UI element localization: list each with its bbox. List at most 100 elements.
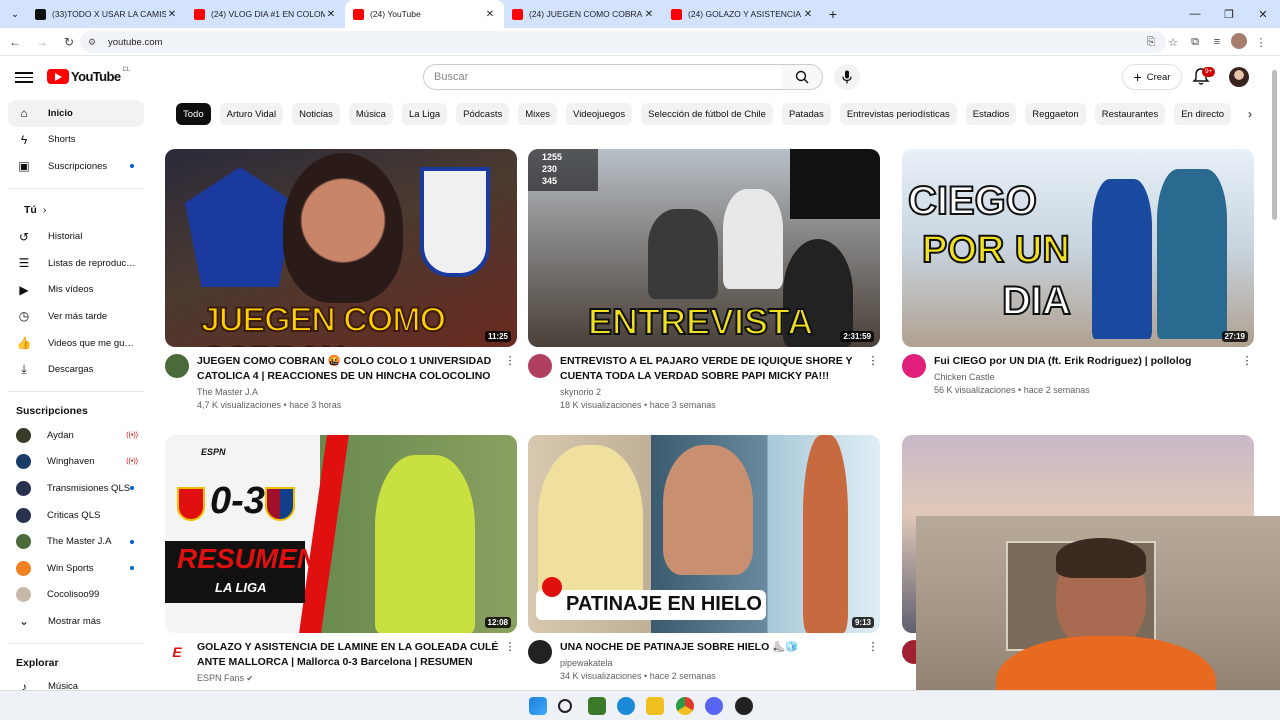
chip[interactable]: En directo [1174, 103, 1231, 125]
site-info-icon[interactable]: ⚙ [88, 37, 100, 48]
sidebar-channel-transmisiones-qls[interactable]: Transmisiones QLS [8, 475, 144, 502]
taskbar-search-icon[interactable] [558, 699, 572, 713]
close-tab-icon[interactable]: ✕ [643, 9, 655, 20]
browser-tab[interactable]: (24) GOLAZO Y ASISTENCIA DE ✕ [663, 0, 822, 28]
sidebar-item-musica[interactable]: ♪ Música [8, 674, 144, 690]
new-tab-button[interactable]: + [822, 6, 844, 22]
bookmark-star-icon[interactable]: ☆ [1162, 36, 1184, 49]
sidebar-item-descargas[interactable]: ⤓ Descargas [8, 356, 144, 383]
close-tab-icon[interactable]: ✕ [166, 9, 178, 20]
back-icon[interactable]: ← [3, 35, 27, 49]
video-title[interactable]: Fui CIEGO por UN DIA (ft. Erik Rodriguez… [934, 354, 1240, 369]
profile-icon[interactable] [1228, 32, 1250, 52]
sidebar-item-inicio[interactable]: ⌂ Inicio [8, 100, 144, 127]
minimize-icon[interactable]: — [1178, 0, 1212, 28]
browser-menu-icon[interactable]: ⋮ [1250, 36, 1272, 49]
browser-tab[interactable]: (24) VLOG DIA #1 EN COLOMBIA ✕ [186, 0, 345, 28]
reload-icon[interactable]: ↻ [57, 35, 81, 49]
video-thumbnail[interactable]: PATINAJE EN HIELO 9:13 [528, 435, 880, 633]
sidebar-channel-win-sports[interactable]: Win Sports [8, 555, 144, 582]
video-card[interactable]: JUEGEN COMO COBRAN 11:25 JUEGEN COMO COB… [165, 149, 517, 410]
url-field[interactable]: ⚙ youtube.com [80, 31, 1166, 53]
sidebar-item-mis-videos[interactable]: ▶ Mis vídeos [8, 277, 144, 304]
edge-icon[interactable] [617, 697, 635, 715]
sidebar-channel-aydan[interactable]: Aydan ((•)) [8, 422, 144, 449]
channel-avatar[interactable] [165, 354, 189, 378]
sidebar-channel-cocolisoo99[interactable]: Cocolisoo99 [8, 582, 144, 609]
video-thumbnail[interactable]: 1255 230 345 ENTREVISTA 2:31:59 [528, 149, 880, 347]
youtube-logo[interactable]: YouTube CL [47, 67, 130, 84]
chip[interactable]: Música [348, 103, 393, 125]
file-explorer-icon[interactable] [646, 697, 664, 715]
browser-tab[interactable]: (33)TODO X USAR LA CAMISETA ✕ [27, 0, 186, 28]
restore-icon[interactable]: ❐ [1212, 0, 1246, 28]
forward-icon[interactable]: → [30, 35, 54, 49]
sidebar-item-liked-videos[interactable]: 👍 Videos que me gustan [8, 330, 144, 357]
page-scrollbar[interactable] [1272, 60, 1278, 510]
more-actions-icon[interactable]: ⋮ [866, 640, 880, 681]
video-title[interactable]: GOLAZO Y ASISTENCIA DE LAMINE EN LA GOLE… [197, 640, 503, 670]
sidebar-you-header[interactable]: Tú › [8, 197, 144, 224]
sidebar-channel-criticas-qls[interactable]: Criticas QLS [8, 502, 144, 529]
chips-next-icon[interactable]: › [1242, 104, 1258, 124]
chip[interactable]: Noticias [292, 103, 340, 125]
sidebar-channel-winghaven[interactable]: Winghaven ((•)) [8, 449, 144, 476]
video-thumbnail[interactable]: JUEGEN COMO COBRAN 11:25 [165, 149, 517, 347]
sidebar-item-playlists[interactable]: ☰ Listas de reproducción [8, 250, 144, 277]
chip[interactable]: Videojuegos [566, 103, 633, 125]
channel-name[interactable]: Chicken Castle [934, 372, 1240, 382]
sidebar-item-historial[interactable]: ↺ Historial [8, 223, 144, 250]
close-tab-icon[interactable]: ✕ [325, 9, 337, 20]
video-card[interactable]: 1255 230 345 ENTREVISTA 2:31:59 ENTREVIS… [528, 149, 880, 410]
extensions-icon[interactable]: ⧉ [1184, 36, 1206, 49]
install-app-icon[interactable]: ⎘ [1140, 36, 1162, 49]
close-tab-icon[interactable]: ✕ [484, 9, 496, 20]
menu-icon[interactable] [15, 69, 33, 85]
search-input[interactable]: Buscar [423, 64, 782, 90]
chip[interactable]: Estadios [965, 103, 1017, 125]
video-card[interactable]: PATINAJE EN HIELO 9:13 UNA NOCHE DE PATI… [528, 435, 880, 681]
more-actions-icon[interactable]: ⋮ [1240, 354, 1254, 395]
media-controls-icon[interactable]: ≡ [1206, 36, 1228, 48]
sidebar-item-ver-mas-tarde[interactable]: ◷ Ver más tarde [8, 303, 144, 330]
chip[interactable]: Selección de fútbol de Chile [641, 103, 773, 125]
voice-search-button[interactable] [834, 64, 860, 90]
close-window-icon[interactable]: ✕ [1246, 0, 1280, 28]
chip[interactable]: Reggaeton [1025, 103, 1086, 125]
video-thumbnail[interactable]: ESPN 0-3 RESUMEN LA LIGA 12:08 [165, 435, 517, 633]
chip[interactable]: Mixes [518, 103, 558, 125]
search-button[interactable] [781, 64, 823, 90]
tab-search-icon[interactable]: ⌄ [3, 4, 27, 24]
sidebar-channel-the-master-ja[interactable]: The Master J.A [8, 528, 144, 555]
create-button[interactable]: + Crear [1122, 64, 1182, 90]
video-title[interactable]: ENTREVISTO A EL PAJARO VERDE DE IQUIQUE … [560, 354, 866, 384]
chip[interactable]: Pódcasts [456, 103, 510, 125]
more-actions-icon[interactable]: ⋮ [503, 354, 517, 410]
chip[interactable]: Entrevistas periodísticas [839, 103, 957, 125]
chip[interactable]: Patadas [781, 103, 831, 125]
chip[interactable]: Arturo Vidal [219, 103, 284, 125]
chip[interactable]: Restaurantes [1094, 103, 1166, 125]
browser-tab[interactable]: (24) JUEGEN COMO COBRAN ✕ [504, 0, 663, 28]
more-actions-icon[interactable]: ⋮ [866, 354, 880, 410]
channel-avatar[interactable] [528, 354, 552, 378]
chrome-icon[interactable] [676, 697, 694, 715]
start-menu-icon[interactable] [529, 697, 547, 715]
channel-name[interactable]: The Master J.A [197, 387, 503, 397]
channel-avatar[interactable] [528, 640, 552, 664]
video-card[interactable]: ESPN 0-3 RESUMEN LA LIGA 12:08 E GOLAZO … [165, 435, 517, 683]
channel-avatar[interactable] [902, 354, 926, 378]
sidebar-item-shorts[interactable]: ϟ Shorts [8, 127, 144, 154]
obs-icon[interactable] [735, 697, 753, 715]
channel-name[interactable]: skynorio 2 [560, 387, 866, 397]
espn-channel-avatar[interactable]: E [165, 640, 189, 664]
video-thumbnail[interactable]: CIEGO POR UN DIA 27:19 [902, 149, 1254, 347]
browser-tab-active[interactable]: (24) YouTube ✕ [345, 0, 504, 28]
video-title[interactable]: UNA NOCHE DE PATINAJE SOBRE HIELO ⛸️🧊 [560, 640, 866, 655]
sidebar-item-suscripciones[interactable]: ▣ Suscripciones [8, 153, 144, 180]
chip-todo[interactable]: Todo [176, 103, 211, 125]
close-tab-icon[interactable]: ✕ [802, 9, 814, 20]
channel-name[interactable]: ESPN Fans [197, 673, 244, 683]
discord-icon[interactable] [705, 697, 723, 715]
more-actions-icon[interactable]: ⋮ [503, 640, 517, 683]
